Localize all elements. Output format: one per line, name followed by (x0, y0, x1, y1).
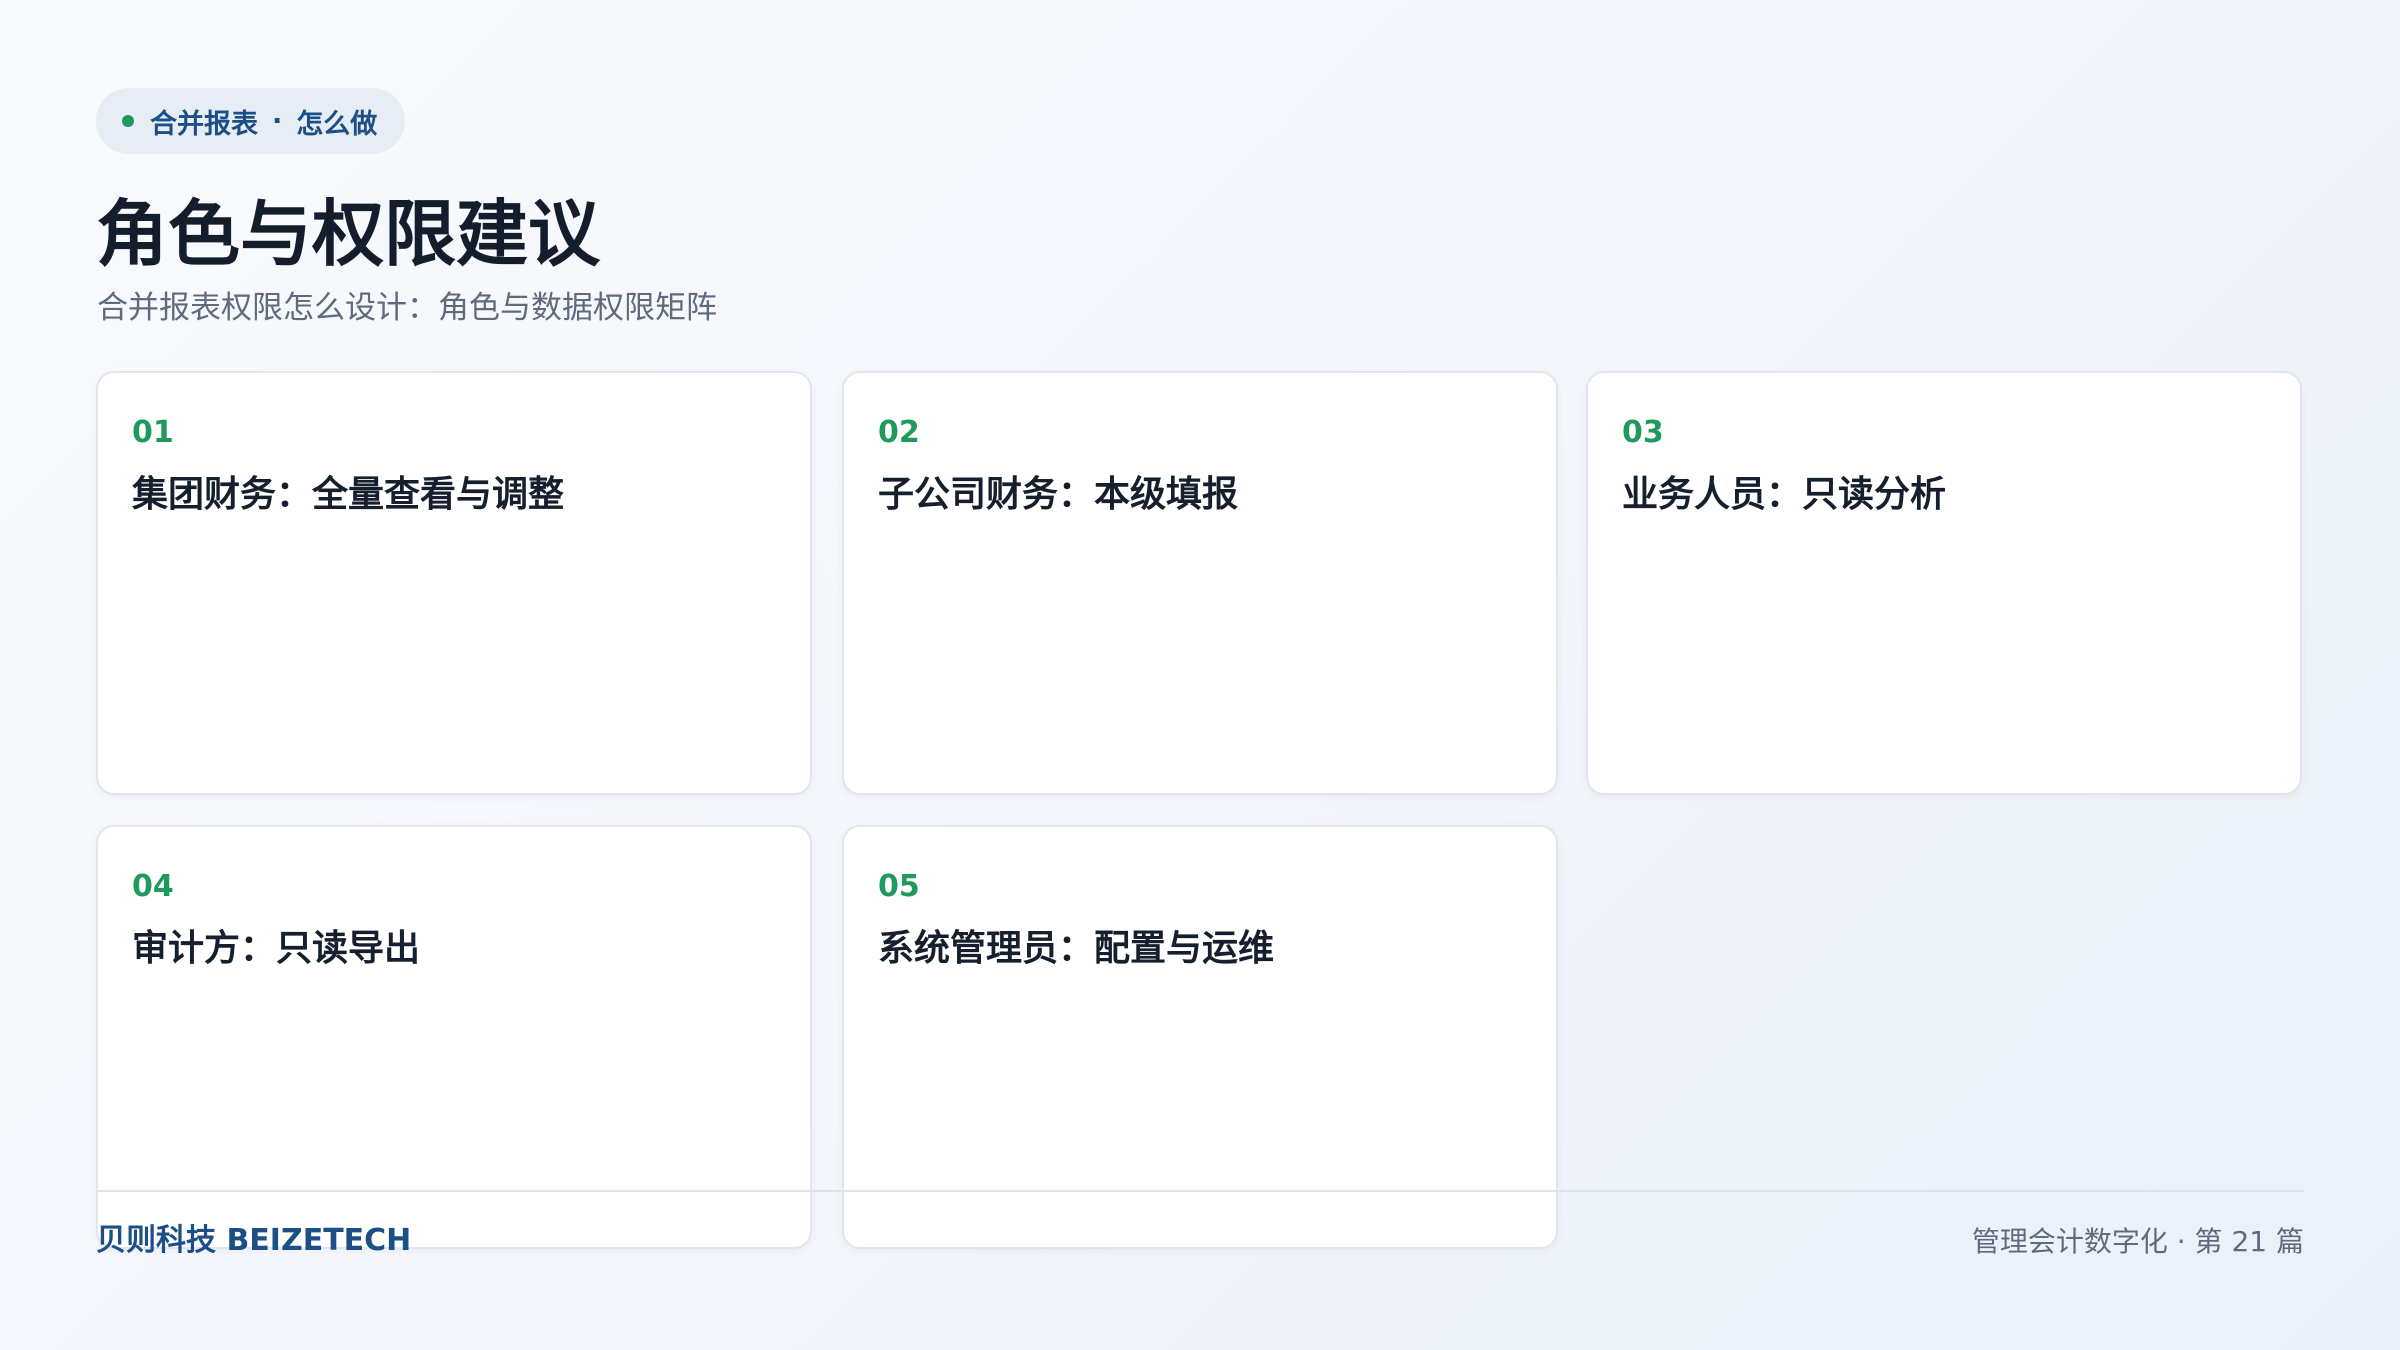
page-title: 角色与权限建议 (96, 192, 601, 276)
tag-subsection: 怎么做 (296, 108, 378, 140)
card-number: 04 (132, 869, 174, 904)
card-title: 子公司财务：本级填报 (878, 474, 1239, 515)
role-card: 03 业务人员：只读分析 (1586, 371, 2302, 795)
page-subtitle: 合并报表权限怎么设计：角色与数据权限矩阵 (97, 290, 717, 326)
footer-series: 管理会计数字化 · 第 21 篇 (1971, 1225, 2304, 1258)
tag-separator: · (272, 105, 283, 137)
tag-section: 合并报表 (150, 108, 258, 140)
card-number: 03 (1622, 415, 1664, 450)
card-title: 审计方：只读导出 (132, 928, 421, 969)
card-number: 01 (132, 415, 174, 450)
section-tag: 合并报表 · 怎么做 (96, 88, 406, 154)
role-card: 04 审计方：只读导出 (96, 825, 812, 1249)
status-dot-icon (122, 115, 134, 127)
footer-brand: 贝则科技 BEIZETECH (96, 1223, 412, 1258)
card-number: 05 (878, 869, 920, 904)
role-card: 01 集团财务：全量查看与调整 (96, 371, 812, 795)
role-card: 05 系统管理员：配置与运维 (842, 825, 1558, 1249)
card-title: 业务人员：只读分析 (1622, 474, 1947, 515)
card-title: 系统管理员：配置与运维 (878, 928, 1275, 969)
card-number: 02 (878, 415, 920, 450)
card-title: 集团财务：全量查看与调整 (132, 474, 565, 515)
role-card: 02 子公司财务：本级填报 (842, 371, 1558, 795)
footer-divider (96, 1190, 2304, 1192)
